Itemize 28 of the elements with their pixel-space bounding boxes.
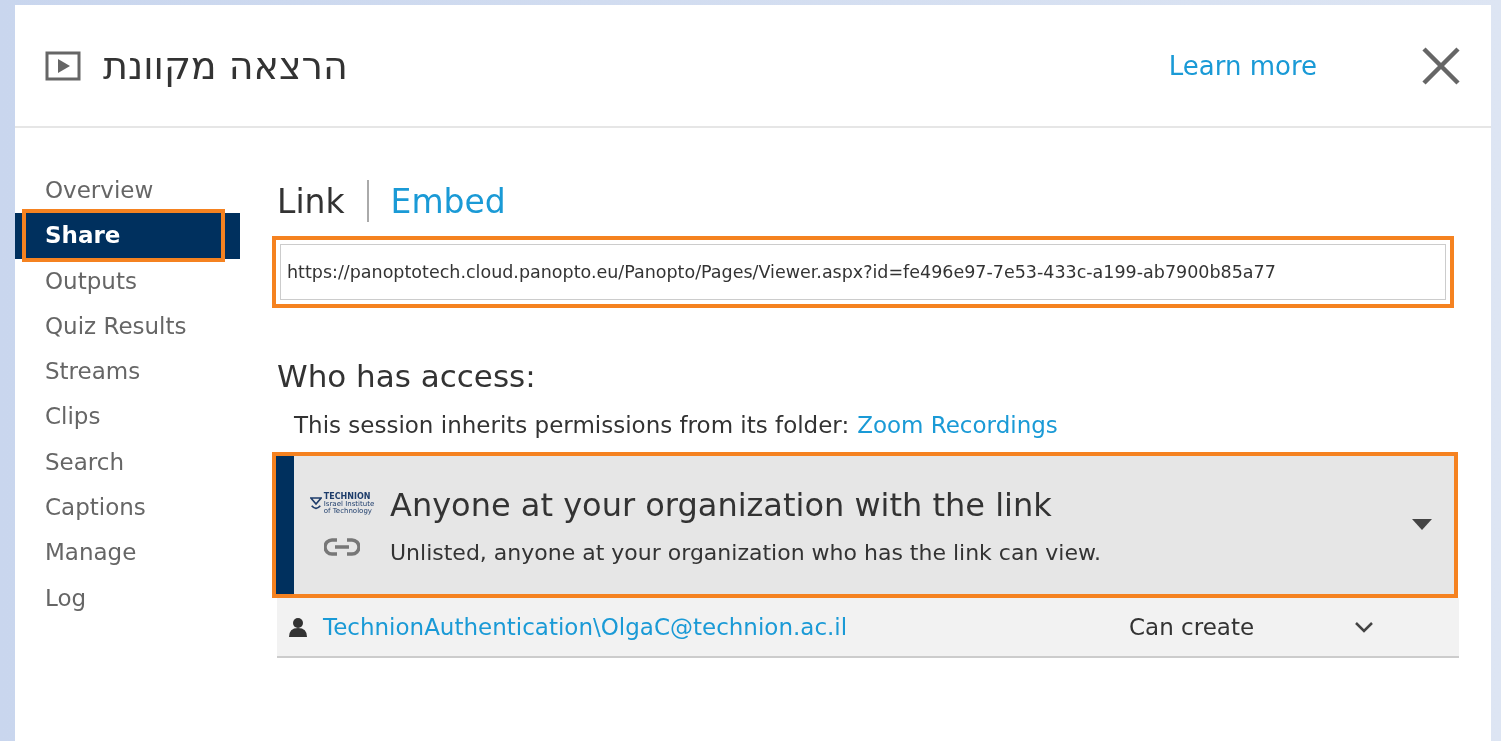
dialog-title: הרצאה מקוונת — [103, 43, 348, 88]
logo-icon — [309, 497, 322, 511]
option-title: Anyone at your organization with the link — [390, 485, 1053, 524]
link-field[interactable]: https://panoptotech.cloud.panopto.eu/Panopto/Pages/Viewer.aspx?id=fe496e97-7e53-433c-a199-ab7900b85a77 — [280, 244, 1446, 300]
sidebar-item[interactable]: Captions — [15, 485, 240, 531]
sidebar-item[interactable]: Clips — [15, 394, 240, 440]
share-tab[interactable]: Link — [277, 181, 345, 221]
sidebar-item[interactable]: Search — [15, 439, 240, 486]
sidebar-item[interactable]: Outputs — [15, 258, 240, 304]
dropdown-caret-icon[interactable] — [1412, 519, 1432, 531]
inherit-text: This session inherits permissions from its folder: — [294, 412, 850, 438]
access-heading: Who has access: — [277, 358, 537, 394]
sidebar-item[interactable]: Quiz Results — [15, 303, 240, 350]
share-tab[interactable]: Embed — [390, 181, 506, 221]
sidebar-item[interactable]: Streams — [15, 349, 240, 395]
sidebar-item[interactable]: Manage — [15, 530, 240, 576]
folder-link[interactable]: Zoom Recordings — [857, 412, 1058, 438]
play-icon — [45, 50, 81, 81]
logo-text: TECHNION — [323, 492, 372, 501]
option-description: Unlisted, anyone at your organization who has the link can view. — [390, 539, 1102, 565]
sidebar-item[interactable]: Overview — [15, 168, 240, 214]
role-select[interactable]: Can create — [1129, 614, 1354, 640]
close-icon[interactable] — [1421, 45, 1461, 86]
person-icon — [289, 617, 307, 637]
chevron-down-icon[interactable] — [1354, 621, 1374, 633]
link-icon — [324, 537, 360, 558]
learn-more-link[interactable]: Learn more — [1168, 50, 1317, 81]
sidebar-item[interactable]: Log — [15, 575, 240, 621]
